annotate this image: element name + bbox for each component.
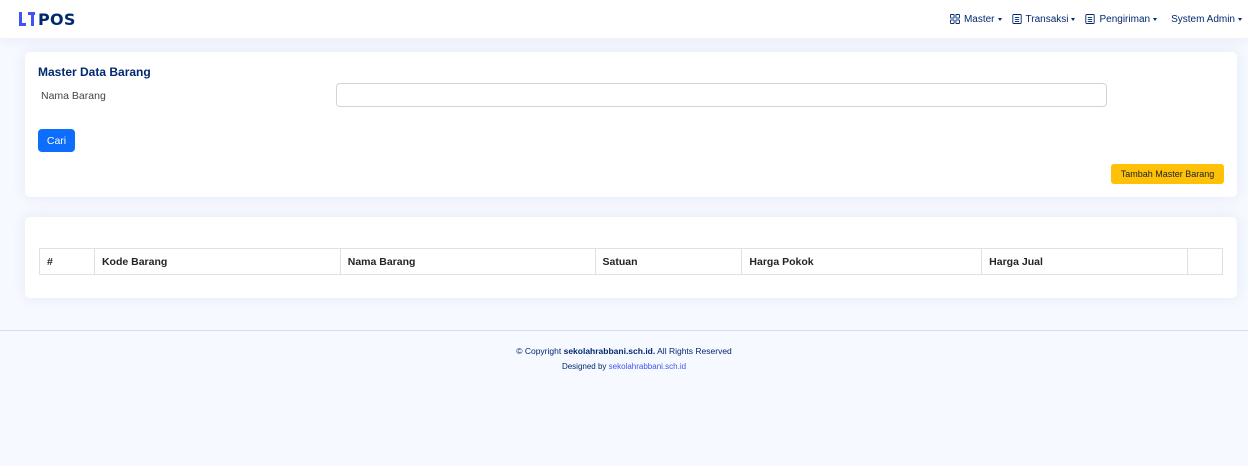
nav-label-master: Master bbox=[963, 13, 995, 25]
table-card: # Kode Barang Nama Barang Satuan Harga P… bbox=[25, 217, 1237, 298]
logo-text: POS bbox=[38, 9, 76, 29]
grid-icon bbox=[949, 14, 960, 24]
column-header-harga-pokok[interactable]: Harga Pokok bbox=[741, 248, 983, 275]
user-name: System Admin bbox=[1171, 13, 1235, 25]
table-header-row: # Kode Barang Nama Barang Satuan Harga P… bbox=[39, 248, 1224, 275]
copyright: © Copyright sekolahrabbani.sch.id. All R… bbox=[0, 346, 1248, 356]
search-card: Master Data Barang Nama Barang Cari Tamb… bbox=[25, 52, 1237, 197]
receipt-icon bbox=[1011, 14, 1022, 24]
column-header-actions bbox=[1186, 248, 1224, 275]
nav-label-pengiriman: Pengiriman bbox=[1099, 13, 1151, 25]
column-header-harga-jual[interactable]: Harga Jual bbox=[981, 248, 1188, 275]
nav-label-transaksi: Transaksi bbox=[1025, 13, 1069, 25]
designed-by-link[interactable]: sekolahrabbani.sch.id bbox=[609, 362, 686, 371]
receipt-icon bbox=[1085, 14, 1096, 24]
column-header-nama-barang[interactable]: Nama Barang bbox=[339, 248, 596, 275]
nav-item-pengiriman[interactable]: Pengiriman bbox=[1085, 13, 1158, 25]
caret-down-icon bbox=[1153, 17, 1158, 21]
column-header-kode-barang[interactable]: Kode Barang bbox=[93, 248, 341, 275]
column-header-number[interactable]: # bbox=[39, 248, 95, 275]
main-nav: Master Transaksi Pengiriman System Admin bbox=[940, 14, 1242, 25]
nav-item-master[interactable]: Master bbox=[949, 13, 1002, 25]
master-barang-table: # Kode Barang Nama Barang Satuan Harga P… bbox=[39, 248, 1224, 275]
caret-down-icon bbox=[997, 17, 1002, 21]
footer: © Copyright sekolahrabbani.sch.id. All R… bbox=[0, 330, 1248, 466]
top-header: POS Master Transaksi Pengiriman System A… bbox=[0, 0, 1248, 38]
column-header-satuan[interactable]: Satuan bbox=[594, 248, 743, 275]
logo[interactable]: POS bbox=[19, 10, 76, 29]
caret-down-icon bbox=[1071, 17, 1076, 21]
search-button[interactable]: Cari bbox=[38, 129, 75, 152]
copyright-suffix: All Rights Reserved bbox=[657, 346, 732, 356]
nav-item-transaksi[interactable]: Transaksi bbox=[1011, 13, 1076, 25]
credits: Designed by sekolahrabbani.sch.id bbox=[0, 362, 1248, 371]
nama-barang-label: Nama Barang bbox=[41, 90, 106, 102]
designed-by-prefix: Designed by bbox=[561, 362, 607, 371]
copyright-prefix: © Copyright bbox=[516, 346, 562, 356]
logo-icon bbox=[19, 12, 35, 26]
add-master-barang-button[interactable]: Tambah Master Barang bbox=[1111, 164, 1224, 184]
page-title: Master Data Barang bbox=[38, 65, 151, 79]
caret-down-icon bbox=[1238, 17, 1242, 21]
nama-barang-input[interactable] bbox=[336, 83, 1107, 107]
copyright-site: sekolahrabbani.sch.id. bbox=[563, 346, 656, 356]
user-menu[interactable]: System Admin bbox=[1171, 14, 1242, 25]
